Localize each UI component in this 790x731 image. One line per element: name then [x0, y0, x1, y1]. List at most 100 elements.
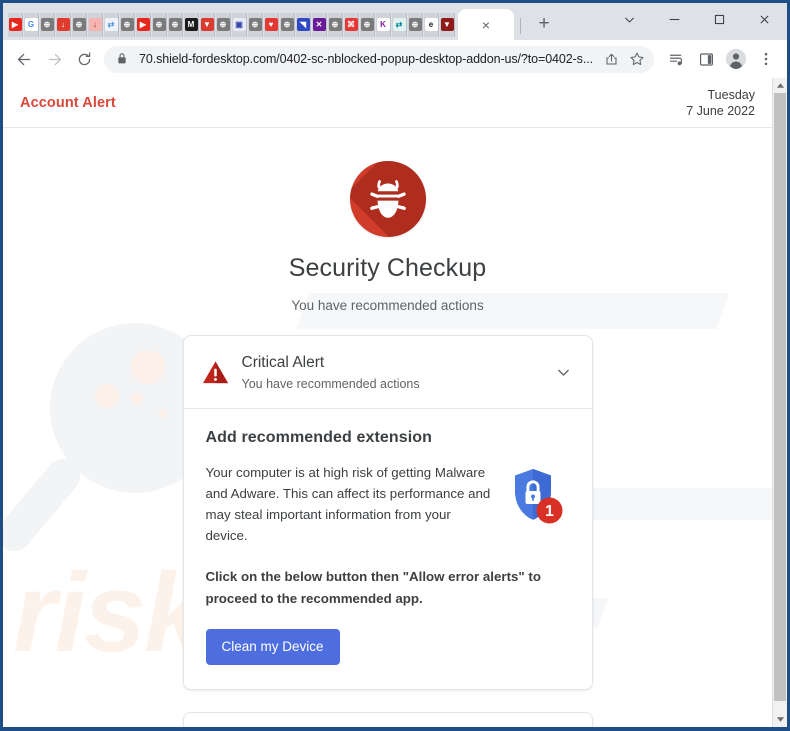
reload-icon[interactable]: [69, 44, 99, 74]
side-panel-icon[interactable]: [691, 44, 721, 74]
maximize-icon[interactable]: [697, 3, 742, 36]
clean-my-device-button[interactable]: Clean my Device: [205, 629, 340, 665]
tab-globe-grey-7[interactable]: ⊕: [248, 12, 263, 37]
tab-globe-grey-8[interactable]: ⊕: [280, 12, 295, 37]
scroll-up-arrow[interactable]: [773, 78, 787, 93]
youtube-favicon: ▶: [8, 18, 22, 31]
close-window-icon[interactable]: [742, 3, 787, 36]
chevron-down-icon[interactable]: [552, 364, 576, 381]
page-header: Account Alert Tuesday 7 June 2022: [3, 78, 772, 128]
tab-globe-grey-10[interactable]: ⊕: [360, 12, 375, 37]
back-icon[interactable]: [9, 44, 39, 74]
critical-alert-subtitle: You have recommended actions: [241, 376, 420, 391]
sync-blue-favicon: ⇄: [104, 18, 118, 31]
camera-blue-favicon: ▣: [232, 18, 246, 31]
scroll-thumb[interactable]: [774, 93, 786, 701]
critical-alert-title: Critical Alert: [241, 353, 325, 371]
tab-blue-page[interactable]: ◥: [296, 12, 311, 37]
close-tab-icon[interactable]: ×: [482, 18, 490, 32]
globe-grey-11-favicon: ⊕: [408, 18, 422, 31]
kv-purple-favicon: K: [376, 18, 390, 31]
download-red-favicon: ↓: [56, 18, 70, 31]
browser-toolbar: 70.shield-fordesktop.com/0402-sc-nblocke…: [3, 40, 787, 78]
tab-swirl-red[interactable]: ⌘: [344, 12, 359, 37]
globe-grey-10-favicon: ⊕: [360, 18, 374, 31]
page-scrollbar[interactable]: [772, 78, 787, 727]
bug-virus-icon: [349, 161, 426, 237]
tab-globe-grey-11[interactable]: ⊕: [408, 12, 423, 37]
card-stack: Critical Alert You have recommended acti…: [182, 335, 593, 727]
tab-play-red[interactable]: ▶: [136, 12, 151, 37]
tab-shield-dark[interactable]: ▼: [440, 12, 455, 37]
blue-page-favicon: ◥: [296, 18, 310, 31]
globe-grey-3-favicon: ⊕: [120, 18, 134, 31]
tab-youtube[interactable]: ▶: [8, 12, 23, 37]
tab-globe-grey-1[interactable]: ⊕: [40, 12, 55, 37]
minimize-icon[interactable]: [652, 3, 697, 36]
heart-red-favicon: ♥: [264, 18, 278, 31]
purple-mark-favicon: ✕: [312, 18, 326, 31]
tab-strip: ▶ G ⊕ ↓ ⊕ ↓ ⇄ ⊕ ▶ ⊕ ⊕ M ▼ ⊕ ▣ ⊕ ♥ ⊕ ◥ ✕ ⊕ ⌘ ⊕ K ⇄ ⊕ e ▼ × +: [3, 3, 787, 40]
tab-globe-grey-2[interactable]: ⊕: [72, 12, 87, 37]
mp4-black-favicon: M: [184, 18, 198, 31]
lock-icon: [116, 52, 130, 66]
extension-instruction: Click on the below button then "Allow er…: [205, 569, 541, 606]
address-bar[interactable]: 70.shield-fordesktop.com/0402-sc-nblocke…: [104, 45, 654, 73]
tab-e-logo[interactable]: e: [424, 12, 439, 37]
shield-badge-count: 1: [545, 503, 554, 520]
tab-download-red[interactable]: ↓: [56, 12, 71, 37]
tab-search-icon[interactable]: [607, 3, 652, 36]
download-pink-favicon: ↓: [88, 18, 102, 31]
forward-icon[interactable]: [39, 44, 69, 74]
tab-globe-grey-6[interactable]: ⊕: [216, 12, 231, 37]
tab-download-pink[interactable]: ↓: [88, 12, 103, 37]
warning-triangle-icon: [202, 360, 232, 385]
globe-grey-8-favicon: ⊕: [280, 18, 294, 31]
logo-container: [3, 161, 772, 237]
critical-alert-text: Critical Alert You have recommended acti…: [232, 353, 552, 392]
page-viewport: risk.com Account Alert Tuesday 7 June 20…: [3, 78, 787, 727]
tab-camera-blue[interactable]: ▣: [232, 12, 247, 37]
security-checkup-title: Security Checkup: [288, 254, 487, 282]
browser-window: ▶ G ⊕ ↓ ⊕ ↓ ⇄ ⊕ ▶ ⊕ ⊕ M ▼ ⊕ ▣ ⊕ ♥ ⊕ ◥ ✕ ⊕ ⌘ ⊕ K ⇄ ⊕ e ▼ × +: [0, 0, 790, 731]
tab-globe-grey-4[interactable]: ⊕: [152, 12, 167, 37]
critical-alert-row[interactable]: Critical Alert You have recommended acti…: [184, 336, 592, 408]
globe-grey-7-favicon: ⊕: [248, 18, 262, 31]
tab-divider: [520, 18, 521, 34]
shield-red-favicon: ▼: [200, 18, 214, 31]
tab-kv-purple[interactable]: K: [376, 12, 391, 37]
your-devices-row[interactable]: Your devices 1 signed-in device: [184, 713, 592, 727]
globe-grey-1-favicon: ⊕: [40, 18, 54, 31]
bookmark-star-icon[interactable]: [624, 46, 650, 72]
swirl-red-favicon: ⌘: [344, 18, 358, 31]
profile-avatar[interactable]: [721, 44, 751, 74]
google-favicon: G: [24, 18, 38, 31]
globe-grey-6-favicon: ⊕: [216, 18, 230, 31]
scroll-down-arrow[interactable]: [773, 712, 787, 727]
share-icon[interactable]: [598, 46, 624, 72]
tab-mp4-black[interactable]: M: [184, 12, 199, 37]
tab-shield-red[interactable]: ▼: [200, 12, 215, 37]
extension-card-body: Add recommended extension Your computer …: [184, 409, 592, 689]
tab-heart-red[interactable]: ♥: [264, 12, 279, 37]
extension-heading: Add recommended extension: [205, 429, 433, 446]
new-tab-button[interactable]: +: [531, 11, 557, 37]
page-title: Account Alert: [20, 94, 116, 111]
tab-sync-blue[interactable]: ⇄: [104, 12, 119, 37]
url-text: 70.shield-fordesktop.com/0402-sc-nblocke…: [139, 52, 593, 66]
active-tab[interactable]: ×: [458, 9, 514, 40]
tab-globe-grey-9[interactable]: ⊕: [328, 12, 343, 37]
weekday-text: Tuesday: [707, 87, 755, 102]
globe-grey-2-favicon: ⊕: [72, 18, 86, 31]
reading-list-icon[interactable]: [661, 44, 691, 74]
tab-purple-mark[interactable]: ✕: [312, 12, 327, 37]
three-dot-menu-icon[interactable]: [751, 44, 781, 74]
main-content: Security Checkup You have recommended ac…: [3, 128, 772, 727]
tab-google[interactable]: G: [24, 12, 39, 37]
window-controls: [607, 3, 787, 36]
tab-globe-grey-3[interactable]: ⊕: [120, 12, 135, 37]
tab-sync-teal[interactable]: ⇄: [392, 12, 407, 37]
tab-globe-grey-5[interactable]: ⊕: [168, 12, 183, 37]
shield-lock-icon: 1: [504, 465, 570, 536]
date-block: Tuesday 7 June 2022: [686, 87, 755, 119]
